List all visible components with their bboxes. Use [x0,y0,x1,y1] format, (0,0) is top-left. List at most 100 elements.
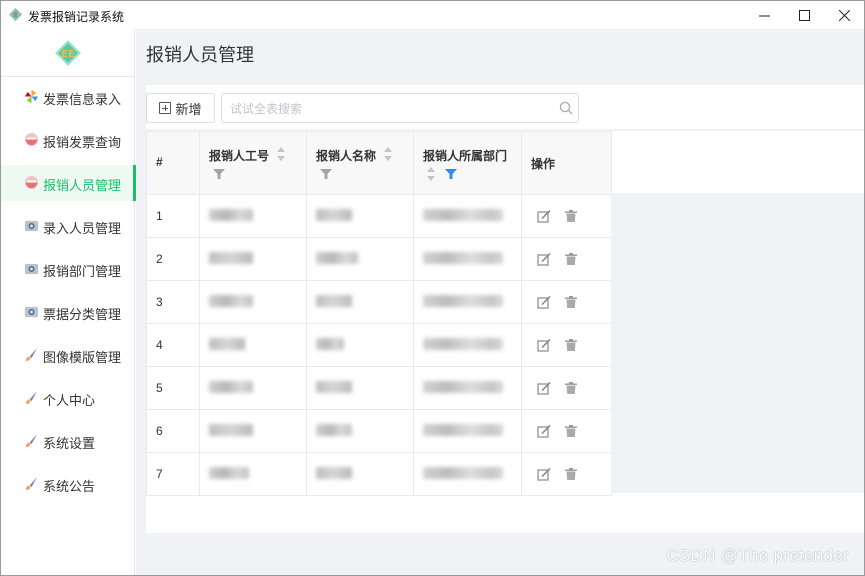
actions-cell [521,194,612,238]
actions-cell [521,280,612,324]
department-cell [413,280,522,324]
employee-id-cell [199,323,307,367]
trash-icon[interactable] [564,209,578,223]
redacted-text [316,251,358,264]
trash-icon[interactable] [564,467,578,481]
redacted-text [209,380,253,393]
column-header-employee-id[interactable]: 报销人工号 [199,131,307,195]
row-index: 6 [146,409,200,453]
add-button[interactable]: 新增 [146,93,215,123]
maximize-icon [798,9,810,21]
trash-icon[interactable] [564,252,578,266]
edit-icon[interactable] [537,338,551,352]
plus-square-icon [159,102,172,114]
sort-icon[interactable] [426,166,436,182]
redacted-text [316,380,352,393]
search-input[interactable] [230,100,550,117]
camera-icon [24,263,39,275]
row-index: 7 [146,452,200,496]
app-logo-icon [8,7,23,22]
filter-active-icon[interactable] [445,168,457,180]
edit-icon[interactable] [537,209,551,223]
redacted-text [423,466,503,479]
redacted-text [209,294,253,307]
sidebar-item-template-management[interactable]: 图像模版管理 [1,337,135,373]
minimize-button[interactable] [744,1,784,29]
employee-id-cell [199,366,307,410]
maximize-button[interactable] [784,1,824,29]
trash-icon[interactable] [564,295,578,309]
brush-icon [25,476,38,491]
redacted-text [423,380,503,393]
sidebar-item-invoice-entry[interactable]: 发票信息录入 [1,79,135,115]
department-cell [413,194,522,238]
sort-icon[interactable] [383,146,393,162]
column-label: 操作 [531,157,556,171]
row-index: 5 [146,366,200,410]
add-button-label: 新增 [175,101,202,117]
actions-cell [521,237,612,281]
brush-icon [25,347,38,362]
department-cell [413,366,522,410]
department-cell [413,323,522,367]
employee-id-cell [199,194,307,238]
filter-icon[interactable] [320,168,332,180]
sidebar-item-invoice-query[interactable]: 报销发票查询 [1,122,135,158]
redacted-text [316,294,352,307]
redacted-text [316,423,352,436]
trash-icon[interactable] [564,338,578,352]
sidebar-item-label: 票据分类管理 [43,307,122,322]
sidebar-item-category-management[interactable]: 票据分类管理 [1,294,135,330]
redacted-text [209,466,249,479]
table-row: 3 [146,280,612,324]
sidebar-item-label: 报销发票查询 [43,135,122,150]
redacted-text [316,208,352,221]
edit-icon[interactable] [537,424,551,438]
main-content: 报销人员管理 新增 试试全表搜索 # 报销人工号 报销人名称 报销人所属部门 操… [136,29,864,575]
filter-icon[interactable] [213,168,225,180]
minimize-icon [758,15,770,16]
edit-icon[interactable] [537,467,551,481]
brush-icon [25,390,38,405]
trash-icon[interactable] [564,424,578,438]
sidebar-item-system-notice[interactable]: 系统公告 [1,466,135,502]
sidebar-item-system-settings[interactable]: 系统设置 [1,423,135,459]
name-cell [306,194,414,238]
close-icon [838,9,850,21]
sidebar-item-label: 报销部门管理 [43,264,122,279]
redacted-text [209,208,253,221]
toolbar: 新增 [146,85,864,129]
column-label: 报销人名称 [316,149,377,163]
bowl-icon [24,132,39,147]
sidebar-item-entry-staff-management[interactable]: 录入人员管理 [1,208,135,244]
table-empty-area [611,193,864,493]
sidebar-item-label: 录入人员管理 [43,221,122,236]
close-button[interactable] [824,1,864,29]
sidebar: EE 发票信息录入 报销发票查询 报销人员管理 录入人员管理 报销部门管理 票据… [1,29,136,575]
edit-icon[interactable] [537,381,551,395]
page-title: 报销人员管理 [146,45,254,65]
column-label: # [156,155,163,169]
sidebar-item-personal-center[interactable]: 个人中心 [1,380,135,416]
sort-icon[interactable] [276,146,286,162]
sidebar-item-reimburser-management[interactable]: 报销人员管理 [1,165,136,201]
sidebar-item-label: 发票信息录入 [43,92,122,107]
table-panel: # 报销人工号 报销人名称 报销人所属部门 操作 1 2 3 4 5 6 7 [146,131,864,533]
name-cell [306,452,414,496]
sidebar-item-department-management[interactable]: 报销部门管理 [1,251,135,287]
employee-id-cell [199,237,307,281]
sidebar-item-label: 个人中心 [43,393,96,408]
edit-icon[interactable] [537,252,551,266]
search-icon[interactable] [559,101,573,115]
table-row: 5 [146,366,612,410]
column-header-name[interactable]: 报销人名称 [306,131,414,195]
actions-cell [521,366,612,410]
name-cell [306,323,414,367]
department-cell [413,409,522,453]
table-header-row: # 报销人工号 报销人名称 报销人所属部门 操作 [146,131,612,195]
trash-icon[interactable] [564,381,578,395]
row-index: 3 [146,280,200,324]
edit-icon[interactable] [537,295,551,309]
column-header-actions: 操作 [521,131,612,195]
column-header-department[interactable]: 报销人所属部门 [413,131,522,195]
